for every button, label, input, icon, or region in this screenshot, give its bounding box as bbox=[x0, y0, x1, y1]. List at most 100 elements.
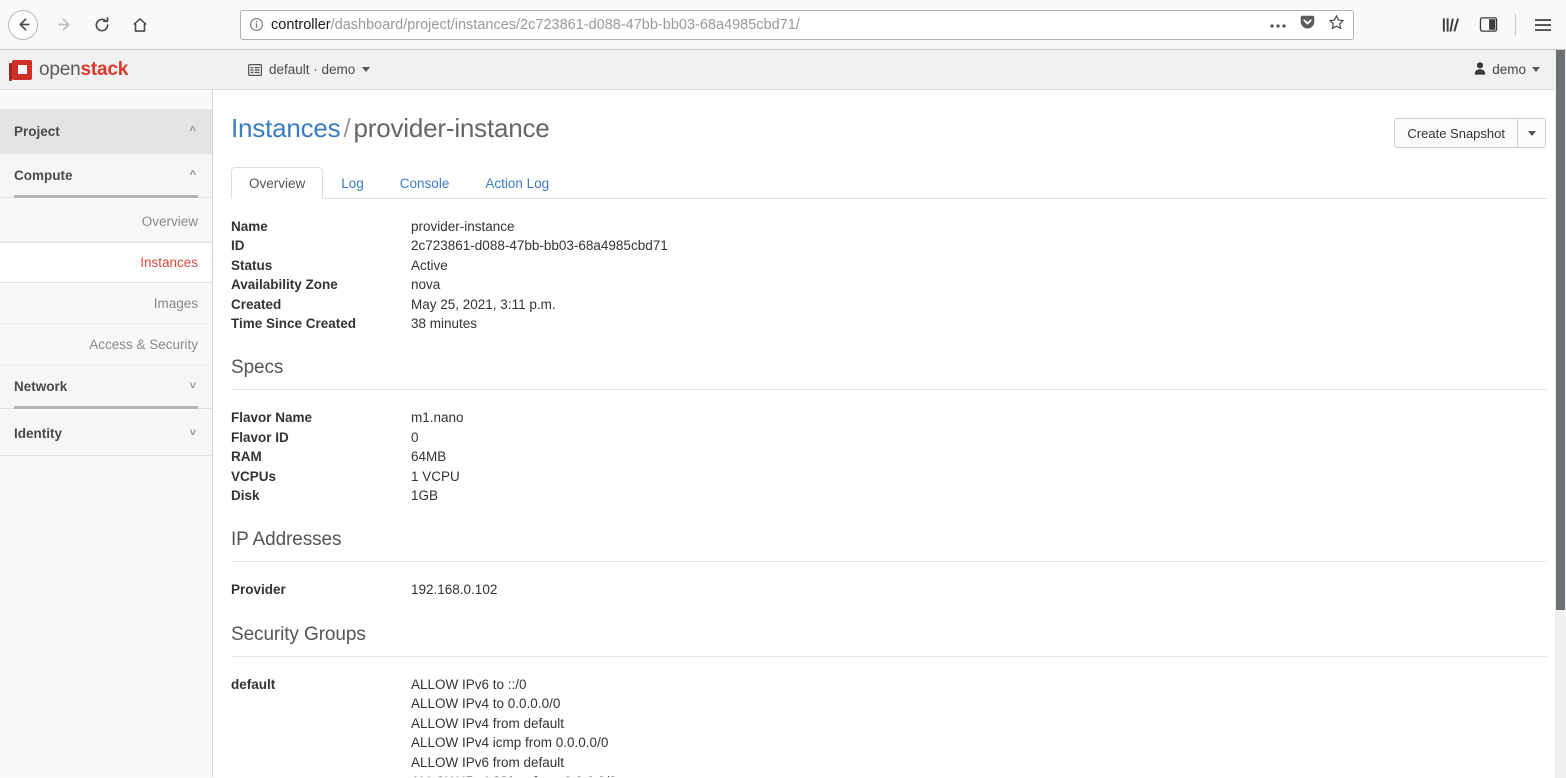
sidebar-group-network[interactable]: Network ˅ bbox=[0, 365, 212, 409]
detail-tabs: Overview Log Console Action Log bbox=[231, 166, 1547, 199]
specs-detail-list: Flavor Name m1.nano Flavor ID 0 RAM 64MB… bbox=[231, 408, 1546, 505]
back-arrow-icon bbox=[18, 18, 30, 31]
sidebar-scroll-padding bbox=[0, 90, 212, 110]
sidebar-item-label: Overview bbox=[141, 213, 198, 229]
chevron-up-icon: ^ bbox=[189, 169, 196, 181]
user-icon bbox=[1474, 61, 1486, 78]
detail-value: Active bbox=[411, 257, 448, 273]
detail-term: default bbox=[231, 676, 276, 692]
navigation-buttons bbox=[8, 7, 158, 43]
detail-row: Provider 192.168.0.102 bbox=[231, 580, 1546, 599]
page-scrollbar-thumb[interactable] bbox=[1556, 50, 1565, 610]
detail-term: ID bbox=[231, 238, 245, 254]
sidebar-group-project[interactable]: Project ^ bbox=[0, 110, 212, 154]
detail-row: ID 2c723861-d088-47bb-bb03-68a4985cbd71 bbox=[231, 236, 1546, 255]
sidebar-filler bbox=[0, 456, 212, 756]
back-button[interactable] bbox=[8, 9, 38, 40]
chevron-up-icon: ^ bbox=[189, 125, 196, 137]
sidebar-group-identity[interactable]: Identity ˅ bbox=[0, 412, 212, 456]
detail-term: VCPUs bbox=[231, 468, 277, 484]
detail-term: Disk bbox=[231, 488, 260, 504]
brand-open-text: open bbox=[39, 58, 81, 80]
reload-button[interactable] bbox=[84, 7, 120, 43]
detail-row: Disk 1GB bbox=[231, 486, 1546, 505]
detail-term: Flavor Name bbox=[231, 410, 313, 426]
sidebar-icon[interactable] bbox=[1471, 8, 1505, 42]
detail-term: Status bbox=[231, 257, 273, 273]
library-icon[interactable] bbox=[1433, 8, 1467, 42]
create-snapshot-dropdown-button[interactable] bbox=[1518, 118, 1546, 148]
user-menu-label: demo bbox=[1492, 62, 1526, 77]
sidebar-group-compute[interactable]: Compute ^ bbox=[0, 154, 212, 198]
chevron-down-icon bbox=[1532, 67, 1540, 72]
hamburger-menu-icon[interactable] bbox=[1526, 8, 1560, 42]
ip-addresses-detail-list: Provider 192.168.0.102 bbox=[231, 580, 1546, 599]
tab-action-log[interactable]: Action Log bbox=[467, 167, 567, 199]
url-text: controller/dashboard/project/instances/2… bbox=[271, 17, 1254, 33]
security-groups-section-title: Security Groups bbox=[231, 624, 1547, 657]
openstack-wordmark: openstack bbox=[39, 59, 128, 81]
specs-section-title: Specs bbox=[231, 357, 1547, 391]
sidebar-item-instances[interactable]: Instances bbox=[0, 242, 212, 283]
ellipsis-icon[interactable] bbox=[1269, 16, 1287, 34]
detail-term: RAM bbox=[231, 449, 262, 465]
detail-row: Availability Zone nova bbox=[231, 275, 1546, 294]
security-group-rule: ALLOW IPv4 22/tcp from 0.0.0.0/0 bbox=[411, 772, 617, 777]
detail-value: 0 bbox=[411, 429, 419, 445]
security-group-rule: ALLOW IPv4 from default bbox=[411, 715, 565, 731]
chevron-down-icon bbox=[362, 67, 371, 72]
create-snapshot-button[interactable]: Create Snapshot bbox=[1394, 118, 1518, 148]
brand-stack-text: stack bbox=[80, 58, 129, 80]
detail-row: Flavor ID 0 bbox=[231, 428, 1546, 447]
info-circle-icon[interactable] bbox=[249, 17, 264, 32]
browser-toolbar: controller/dashboard/project/instances/2… bbox=[0, 0, 1566, 50]
tab-console[interactable]: Console bbox=[382, 167, 468, 199]
detail-value: 192.168.0.102 bbox=[411, 582, 498, 598]
detail-value: nova bbox=[411, 277, 441, 293]
sidebar-group-project-label: Project bbox=[14, 124, 60, 139]
openstack-topbar: openstack default · demo demo bbox=[0, 50, 1566, 90]
sidebar-item-images[interactable]: Images bbox=[0, 283, 212, 324]
detail-value: 64MB bbox=[411, 449, 447, 465]
security-group-rules: ALLOW IPv6 to ::/0 ALLOW IPv4 to 0.0.0.0… bbox=[411, 675, 617, 777]
chevron-down-icon: ˅ bbox=[189, 427, 196, 439]
ip-addresses-section-title: IP Addresses bbox=[231, 529, 1547, 563]
detail-term: Provider bbox=[231, 582, 286, 598]
page-title: provider-instance bbox=[353, 113, 550, 143]
detail-term: Name bbox=[231, 219, 268, 234]
user-menu[interactable]: demo bbox=[1474, 61, 1540, 78]
detail-value: May 25, 2021, 3:11 p.m. bbox=[411, 296, 556, 312]
security-group-rule: ALLOW IPv4 icmp from 0.0.0.0/0 bbox=[411, 735, 609, 751]
star-icon[interactable] bbox=[1328, 14, 1345, 36]
chevron-down-icon: ˅ bbox=[189, 380, 196, 392]
forward-button[interactable] bbox=[46, 7, 82, 43]
chevron-down-icon bbox=[1527, 130, 1536, 136]
url-bar[interactable]: controller/dashboard/project/instances/2… bbox=[240, 9, 1354, 40]
detail-row: Name provider-instance bbox=[231, 217, 1546, 236]
breadcrumb-instances-link[interactable]: Instances bbox=[231, 113, 341, 143]
detail-term: Created bbox=[231, 296, 282, 312]
home-button[interactable] bbox=[122, 7, 158, 43]
sidebar-item-access-security[interactable]: Access & Security bbox=[0, 324, 212, 365]
toolbar-divider bbox=[1515, 13, 1516, 36]
detail-value: m1.nano bbox=[411, 410, 464, 426]
security-group-rule: ALLOW IPv6 from default bbox=[411, 754, 565, 770]
page-scrollbar[interactable] bbox=[1555, 50, 1566, 778]
tab-overview[interactable]: Overview bbox=[231, 167, 324, 199]
url-bar-container: controller/dashboard/project/instances/2… bbox=[240, 9, 1354, 40]
tab-log[interactable]: Log bbox=[323, 167, 382, 199]
sidebar-group-underline bbox=[14, 195, 198, 198]
sidebar-group-network-label: Network bbox=[14, 379, 68, 394]
openstack-cube-icon bbox=[9, 59, 32, 81]
sidebar-item-overview[interactable]: Overview bbox=[0, 201, 212, 242]
security-group-rule: ALLOW IPv6 to ::/0 bbox=[411, 676, 527, 692]
openstack-logo[interactable]: openstack bbox=[0, 59, 213, 81]
sidebar-group-underline bbox=[14, 406, 198, 409]
project-context-switcher[interactable]: default · demo bbox=[248, 62, 371, 77]
main-content: Instances / provider-instance Create Snaps… bbox=[213, 90, 1566, 777]
forward-arrow-icon bbox=[57, 18, 70, 31]
detail-value: 2c723861-d088-47bb-bb03-68a4985cbd71 bbox=[411, 238, 668, 254]
sidebar-item-label: Images bbox=[153, 295, 198, 311]
detail-value: provider-instance bbox=[411, 219, 515, 234]
pocket-icon[interactable] bbox=[1299, 14, 1316, 36]
